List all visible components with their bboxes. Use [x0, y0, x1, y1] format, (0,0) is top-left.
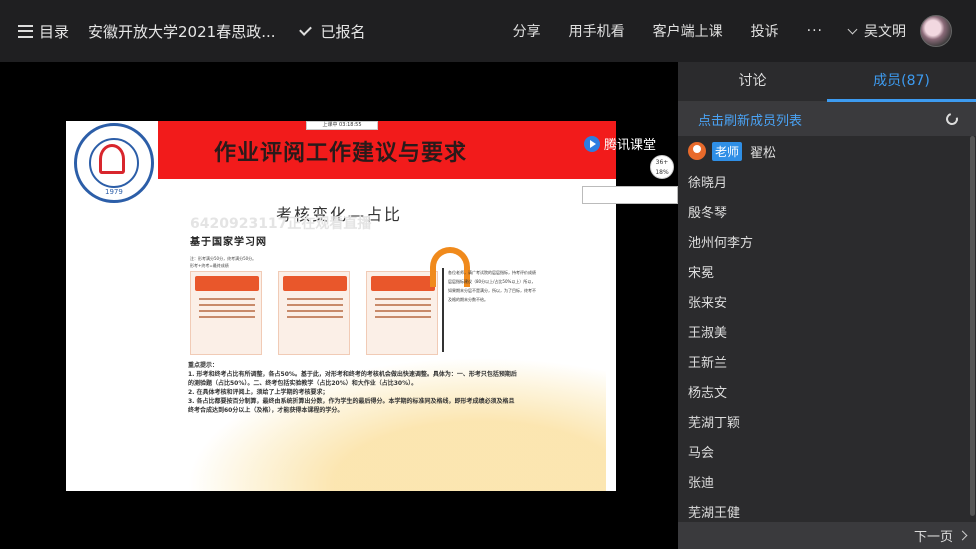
chevron-right-icon: [957, 530, 968, 541]
list-item[interactable]: 徐晓月: [678, 166, 976, 196]
list-item[interactable]: 芜湖丁颖: [678, 406, 976, 436]
slide-sub-heading: 基于国家学习网: [190, 237, 267, 248]
slide-text-box: 各位老师，请广考试院的层层指标，持考评价成绩层层指标建议（80分以上/占比50%…: [442, 268, 538, 352]
check-icon: [298, 22, 312, 36]
slide-body-text: 重点提示： 1. 形考和终考占比有所调整，各占50%。基于此，对形考和终考的考核…: [188, 362, 517, 414]
list-item[interactable]: 张来安: [678, 286, 976, 316]
list-item[interactable]: 宋冕: [678, 256, 976, 286]
user-avatar[interactable]: [920, 15, 952, 47]
chevron-down-icon: [847, 24, 858, 34]
list-item[interactable]: 池州何李方: [678, 226, 976, 256]
more-icon[interactable]: ···: [807, 23, 823, 39]
list-item[interactable]: 王淑美: [678, 316, 976, 346]
network-speed-badge: 36+ 18%: [650, 155, 674, 179]
overlay-box: [582, 186, 678, 204]
presentation-slide: 上课中 03:18:55 1979 作业评阅工作建议与要求 考核变化—占比 64…: [66, 121, 616, 491]
menu-label: 目录: [39, 22, 70, 41]
member-list-scrollbar[interactable]: [970, 136, 975, 516]
slide-top-strip: 上课中 03:18:55: [306, 121, 378, 130]
card-final-head: [283, 276, 347, 291]
side-panel: 讨论 成员(87) 点击刷新成员列表 老师 翟松 徐晓月 殷冬琴 池州何李方 宋…: [678, 62, 976, 549]
video-area[interactable]: 上课中 03:18:55 1979 作业评阅工作建议与要求 考核变化—占比 64…: [0, 62, 678, 549]
member-list[interactable]: 老师 翟松 徐晓月 殷冬琴 池州何李方 宋冕 张来安 王淑美 王新兰 杨志文 芜…: [678, 136, 976, 520]
teacher-avatar-icon: [688, 142, 706, 160]
teacher-name: 翟松: [750, 145, 777, 161]
list-item[interactable]: 王新兰: [678, 346, 976, 376]
tab-discussion[interactable]: 讨论: [678, 62, 827, 101]
logo-mark-icon: [99, 144, 125, 174]
client-class-link[interactable]: 客户端上课: [653, 21, 723, 41]
hamburger-icon: [18, 24, 33, 38]
list-item[interactable]: 杨志文: [678, 376, 976, 406]
user-name: 吴文明: [864, 24, 906, 40]
viewer-watermark: 6420923117正在观看直播: [190, 216, 372, 232]
card-formative-head: [195, 276, 259, 291]
list-item[interactable]: 张迪: [678, 466, 976, 496]
course-title[interactable]: 安徽开放大学2021春思政...: [88, 21, 275, 42]
menu-button[interactable]: 目录: [18, 21, 69, 42]
next-page-button[interactable]: 下一页: [678, 522, 976, 549]
enrolled-label: 已报名: [320, 22, 366, 41]
report-link[interactable]: 投诉: [751, 21, 779, 41]
user-menu[interactable]: 吴文明: [847, 21, 906, 41]
enrolled-status: 已报名: [298, 21, 366, 42]
logo-year: 1979: [105, 188, 123, 196]
card-score: [366, 271, 438, 355]
top-actions: 分享 用手机看 客户端上课 投诉 ··· 吴文明: [485, 0, 976, 62]
card-formative-lines: [199, 298, 255, 322]
slide-title: 作业评阅工作建议与要求: [214, 141, 468, 166]
watch-on-phone-link[interactable]: 用手机看: [569, 21, 625, 41]
top-bar: 目录 安徽开放大学2021春思政... 已报名 分享 用手机看 客户端上课 投诉…: [0, 0, 976, 62]
brand-label: 腾讯课堂: [604, 138, 657, 153]
card-formative: [190, 271, 262, 355]
card-final: [278, 271, 350, 355]
list-item[interactable]: 殷冬琴: [678, 196, 976, 226]
list-item[interactable]: 马会: [678, 436, 976, 466]
card-score-head: [371, 276, 435, 291]
university-logo: 1979: [74, 123, 154, 203]
teacher-badge: 老师: [712, 141, 743, 161]
play-icon: [584, 135, 600, 152]
card-score-lines: [375, 298, 431, 322]
refresh-member-list-link[interactable]: 点击刷新成员列表: [698, 110, 802, 129]
list-item[interactable]: 芜湖王健: [678, 496, 976, 521]
tab-members[interactable]: 成员(87): [827, 62, 976, 102]
next-page-label: 下一页: [913, 530, 953, 545]
card-final-lines: [287, 298, 343, 322]
slide-small-note: 注：形考满分50分，终考满分50分。 形考+终考=最终成绩: [190, 256, 257, 268]
refresh-row: 点击刷新成员列表: [678, 102, 976, 136]
share-link[interactable]: 分享: [513, 21, 541, 41]
panel-tabs: 讨论 成员(87): [678, 62, 976, 102]
tencent-classroom-brand: 腾讯课堂: [584, 134, 656, 153]
member-teacher[interactable]: 老师 翟松: [678, 136, 976, 166]
refresh-icon[interactable]: [943, 110, 961, 128]
